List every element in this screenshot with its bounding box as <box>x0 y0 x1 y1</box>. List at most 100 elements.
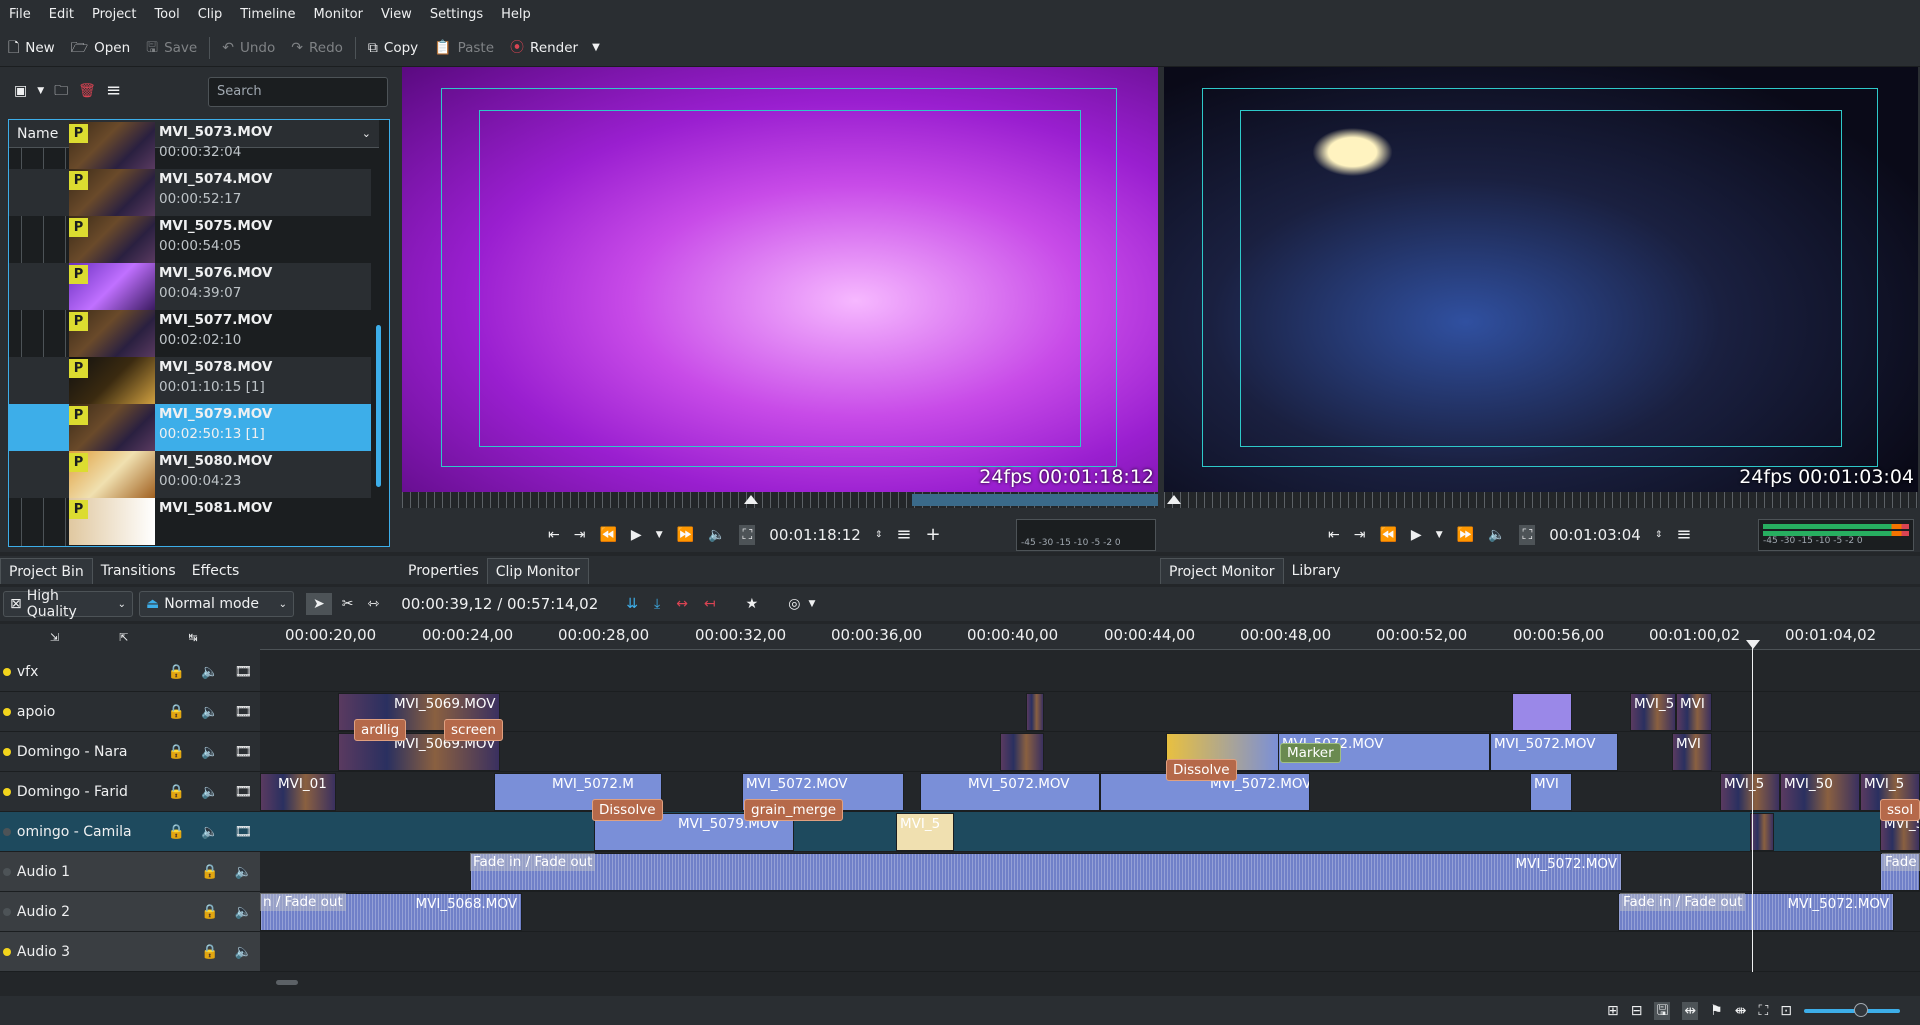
clip-mvi[interactable]: MVI <box>1672 733 1712 771</box>
set-out-icon[interactable]: ⇥ <box>1354 528 1366 542</box>
zoom-slider-handle[interactable] <box>1854 1002 1868 1017</box>
mute-icon[interactable]: 🔈 <box>193 664 226 680</box>
lane-audio-2[interactable]: MVI_5068.MOV n / Fade out MVI_5072.MOV F… <box>260 892 1920 932</box>
track-header-vfx[interactable]: vfx 🔒 🔈 🎞 <box>0 652 260 692</box>
snap-icon[interactable]: ⇹ <box>1682 1001 1699 1020</box>
menu-icon[interactable]: ≡ <box>106 82 121 100</box>
clip-mvi-5072[interactable]: MVI_5072.MOV <box>1490 733 1618 771</box>
timeline-scrollbar[interactable] <box>260 972 1920 994</box>
save-button[interactable]: 🖫 Save <box>138 34 205 62</box>
volume-icon[interactable]: 🔈 <box>227 864 260 880</box>
lock-icon[interactable]: 🔒 <box>160 744 193 760</box>
open-button[interactable]: 🗁 Open <box>63 34 138 62</box>
chevron-down-icon[interactable]: ▼ <box>1436 530 1443 540</box>
split-audio-icon[interactable]: ⊞ <box>1607 1004 1619 1018</box>
scrollbar-thumb[interactable] <box>276 980 298 985</box>
thumbnails-icon[interactable]: ⊟ <box>1631 1004 1643 1018</box>
volume-icon[interactable]: 🔈 <box>227 904 260 920</box>
menu-project[interactable]: Project <box>83 7 145 22</box>
transition-label[interactable]: ardlig <box>354 719 407 741</box>
redo-button[interactable]: ↷ Redo <box>283 34 351 62</box>
overwrite-icon[interactable]: ⤓ <box>654 597 660 611</box>
ripple-icon[interactable]: ⇼ <box>1735 1004 1747 1018</box>
menu-timeline[interactable]: Timeline <box>231 7 304 22</box>
timeline-ruler[interactable]: 00:00:20,00 00:00:24,00 00:00:28,00 00:0… <box>260 624 1920 650</box>
expand-icon[interactable]: ⇱ <box>119 632 128 643</box>
lock-icon[interactable]: 🔒 <box>193 904 226 920</box>
play-icon[interactable]: ▶ <box>631 528 642 542</box>
add-folder-icon[interactable]: 🗀 <box>54 84 68 98</box>
project-monitor-video[interactable]: 24fps 00:01:03:04 <box>1164 67 1918 492</box>
clip-audio-mvi-5072[interactable]: MVI_5072.MOV <box>470 853 1622 891</box>
fit-icon[interactable]: ↹ <box>188 632 197 643</box>
menu-help[interactable]: Help <box>492 7 540 22</box>
mute-icon[interactable]: 🔈 <box>193 784 226 800</box>
project-timecode[interactable]: 00:01:03:04 <box>1549 526 1641 544</box>
project-monitor-ruler[interactable] <box>1164 492 1918 508</box>
clip-mvi-5[interactable]: MVI_5 <box>896 813 954 851</box>
zoom-fit-icon[interactable]: ⛶ <box>1519 525 1536 545</box>
menu-tool[interactable]: Tool <box>145 7 188 22</box>
transition-label[interactable]: grain_merge <box>744 799 844 821</box>
menu-settings[interactable]: Settings <box>421 7 492 22</box>
film-icon[interactable]: 🎞 <box>227 664 260 680</box>
delete-icon[interactable]: 🗑 <box>78 84 96 98</box>
clip-mvi-5[interactable]: MVI_5 <box>1630 693 1676 731</box>
lock-icon[interactable]: 🔒 <box>193 944 226 960</box>
track-active-indicator[interactable] <box>3 707 11 716</box>
razor-tool-icon[interactable]: ✂ <box>342 597 354 611</box>
volume-icon[interactable]: 🔈 <box>193 824 226 840</box>
lane-domingo-nara[interactable]: MVI_5069.MOV MVI_5072.MOV MVI_5072.MOV M… <box>260 732 1920 772</box>
forward-icon[interactable]: ⏩ <box>1457 528 1474 542</box>
zoom-out-icon[interactable]: ⊡ <box>1780 1004 1792 1018</box>
insert-icon[interactable]: ⇊ <box>626 597 638 611</box>
add-clip-icon[interactable]: ▣ <box>14 84 27 98</box>
film-icon[interactable]: 🎞 <box>227 824 260 840</box>
set-in-icon[interactable]: ⇤ <box>548 528 560 542</box>
tab-effects[interactable]: Effects <box>184 558 248 584</box>
lock-icon[interactable]: 🔒 <box>160 664 193 680</box>
position-marker[interactable] <box>744 495 758 504</box>
clip-monitor-ruler[interactable] <box>402 492 1158 508</box>
clip-small[interactable] <box>1512 693 1572 731</box>
list-item[interactable]: P MVI_5081.MOV <box>9 498 371 545</box>
lock-icon[interactable]: 🔒 <box>160 704 193 720</box>
clip-monitor-video[interactable]: 24fps 00:01:18:12 <box>402 67 1158 492</box>
bin-scrollbar[interactable] <box>376 325 381 487</box>
tab-library[interactable]: Library <box>1284 558 1349 584</box>
clip-timecode[interactable]: 00:01:18:12 <box>769 526 861 544</box>
chevron-down-icon[interactable]: ▼ <box>808 599 815 609</box>
clip-mvi[interactable]: MVI <box>1530 773 1572 811</box>
paste-button[interactable]: 📋 Paste <box>426 34 502 62</box>
add-marker-icon[interactable]: + <box>925 526 940 544</box>
menu-file[interactable]: File <box>0 7 40 22</box>
timeline-area[interactable]: 00:00:20,00 00:00:24,00 00:00:28,00 00:0… <box>260 624 1920 972</box>
menu-view[interactable]: View <box>372 7 421 22</box>
volume-icon[interactable]: 🔈 <box>708 528 725 542</box>
mute-icon[interactable]: 🔈 <box>193 744 226 760</box>
list-item-selected[interactable]: P MVI_5079.MOV 00:02:50:13 [1] <box>9 404 371 451</box>
forward-icon[interactable]: ⏩ <box>677 528 694 542</box>
set-out-icon[interactable]: ⇥ <box>574 528 586 542</box>
zoom-fit-icon[interactable]: ⛶ <box>739 525 756 545</box>
menu-icon[interactable]: ≡ <box>1676 526 1691 544</box>
track-header-apoio[interactable]: apoio 🔒 🔈 🎞 <box>0 692 260 732</box>
clip-mvi-5[interactable]: MVI_5 <box>1720 773 1780 811</box>
list-item[interactable]: P MVI_5074.MOV 00:00:52:17 <box>9 169 371 216</box>
mute-icon[interactable]: 🔈 <box>227 944 260 960</box>
menu-clip[interactable]: Clip <box>189 7 232 22</box>
track-active-indicator[interactable] <box>3 747 11 756</box>
lock-icon[interactable]: 🔒 <box>160 784 193 800</box>
track-active-indicator[interactable] <box>3 947 11 956</box>
film-icon[interactable]: 🎞 <box>227 784 260 800</box>
lane-vfx[interactable] <box>260 652 1920 692</box>
film-icon[interactable]: 🎞 <box>227 704 260 720</box>
clip-small[interactable] <box>1000 733 1044 771</box>
transition-label[interactable]: Dissolve <box>1166 759 1237 781</box>
spacer-tool-icon[interactable]: ⇿ <box>367 597 379 611</box>
list-item[interactable]: P MVI_5078.MOV 00:01:10:15 [1] <box>9 357 371 404</box>
spin-arrows-icon[interactable]: ⇕ <box>1655 530 1663 540</box>
list-item[interactable]: P MVI_5076.MOV 00:04:39:07 <box>9 263 371 310</box>
track-active-indicator[interactable] <box>3 787 11 796</box>
zoom-slider[interactable] <box>1804 1002 1900 1017</box>
